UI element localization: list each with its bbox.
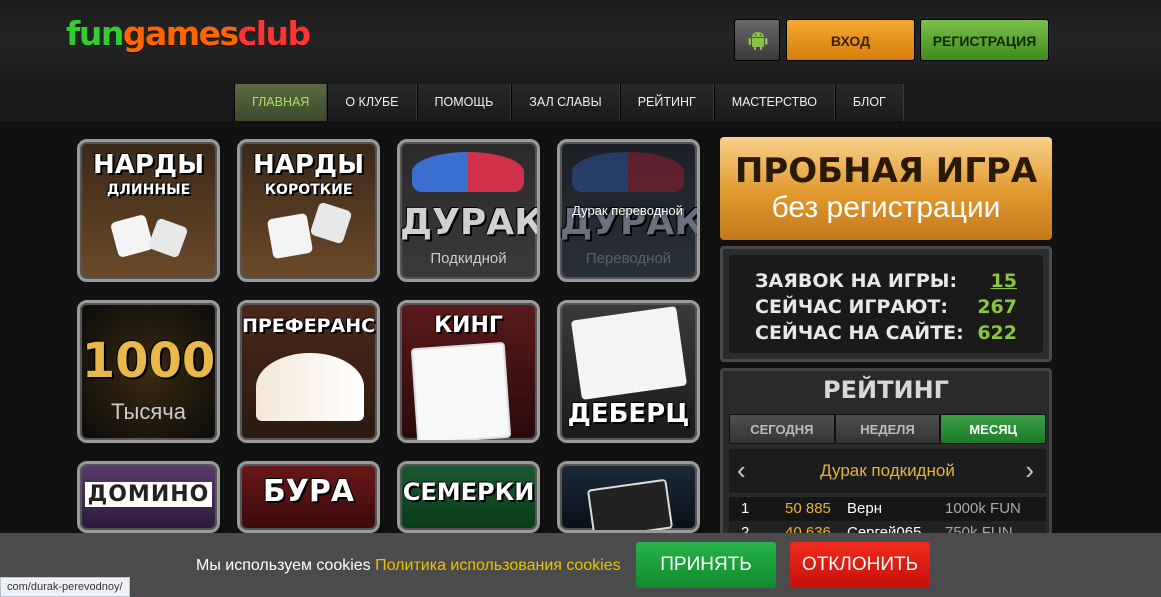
rank-player-name: Верн [847,500,882,517]
playing-cards-icon [256,353,364,421]
game-tile-preference[interactable]: ПРЕФЕРАНС [237,300,380,443]
android-app-button[interactable] [734,19,780,61]
game-tile-domino[interactable]: ДОМИНО [77,461,220,533]
nav-item-about[interactable]: О КЛУБЕ [327,84,417,121]
playing-cards-icon [586,478,674,530]
site-header: fungamesclub ВХОД РЕГИСТРАЦИЯ [0,0,1161,82]
register-button[interactable]: РЕГИСТРАЦИЯ [920,19,1049,61]
tab-today[interactable]: СЕГОДНЯ [729,414,835,444]
hover-tooltip: Дурак переводной [572,203,683,218]
game-tile-king[interactable]: КИНГ [397,300,540,443]
stats-inner: ЗАЯВОК НА ИГРЫ: 15 СЕЙЧАС ИГРАЮТ: 267 СЕ… [729,255,1043,353]
game-tile-backgammon-short[interactable]: НАРДЫ КОРОТКИЕ [237,139,380,282]
tile-subtitle: Переводной [585,250,672,267]
game-tile-backgammon-long[interactable]: НАРДЫ ДЛИННЫЕ [77,139,220,282]
rating-game-selector: ‹ Дурак подкидной › [729,449,1046,493]
cookie-policy-link[interactable]: Политика использования cookies [375,557,621,574]
table-row[interactable]: 1 50 885 Верн 1000k FUN [729,497,1046,521]
stat-value-online: 622 [977,322,1017,344]
stats-panel: ЗАЯВОК НА ИГРЫ: 15 СЕЙЧАС ИГРАЮТ: 267 СЕ… [720,246,1052,362]
tile-title: ДОМИНО [80,482,217,507]
stat-value-playing: 267 [977,296,1017,318]
tab-week[interactable]: НЕДЕЛЯ [834,414,941,444]
nav-item-home[interactable]: ГЛАВНАЯ [234,84,328,121]
jester-hat-icon [572,152,684,192]
game-tile-belote[interactable]: ДЕБЕРЦ [557,300,700,443]
rating-panel: РЕЙТИНГ СЕГОДНЯ НЕДЕЛЯ МЕСЯЦ ‹ Дурак под… [720,368,1052,538]
dice-icon [109,213,155,259]
main-nav: ГЛАВНАЯ О КЛУБЕ ПОМОЩЬ ЗАЛ СЛАВЫ РЕЙТИНГ… [234,84,904,121]
tile-subtitle: ДЛИННЫЕ [106,182,191,198]
nav-item-help[interactable]: ПОМОЩЬ [416,84,512,121]
promo-subtitle: без регистрации [771,191,1001,224]
rank-score: 50 885 [785,500,831,517]
rating-game-name: Дурак подкидной [820,461,955,480]
stat-value-requests[interactable]: 15 [991,270,1017,292]
rating-tabs: СЕГОДНЯ НЕДЕЛЯ МЕСЯЦ [729,414,1047,444]
rank-number: 1 [741,500,750,517]
game-tile-more[interactable] [557,461,700,533]
tile-title: ДУРАК [400,202,540,243]
cookie-message: Мы используем cookies Политика использов… [196,557,621,575]
dice-icon [147,217,189,259]
game-tile-durak-throw-in[interactable]: ДУРАК Подкидной [397,139,540,282]
nav-item-blog[interactable]: БЛОГ [834,84,904,121]
game-tile-bura[interactable]: БУРА [237,461,380,533]
nav-item-mastery[interactable]: МАСТЕРСТВО [713,84,835,121]
android-icon [748,32,768,50]
browser-status-url: com/durak-perevodnoy/ [0,577,130,597]
nav-item-hall-of-fame[interactable]: ЗАЛ СЛАВЫ [511,84,620,121]
rank-fun: 1000k FUN [945,500,1021,517]
jester-hat-icon [412,152,524,192]
tile-title: ДЕБЕРЦ [567,399,690,429]
logo-games: games [122,14,239,53]
tile-subtitle: Подкидной [430,250,507,267]
cookie-text: Мы используем cookies [196,557,371,574]
cookie-banner: Мы используем cookies Политика использов… [0,533,1161,597]
nav-item-rating[interactable]: РЕЙТИНГ [619,84,714,121]
dice-icon [266,212,314,260]
game-tile-thousand[interactable]: 1000 Тысяча [77,300,220,443]
king-card-icon [410,341,512,440]
tile-title: БУРА [262,474,355,509]
tile-title: КИНГ [434,313,503,338]
site-logo[interactable]: fungamesclub [66,14,312,53]
tab-month[interactable]: МЕСЯЦ [940,414,1047,444]
logo-fun: fun [66,14,124,53]
dice-icon [309,201,353,245]
stat-label: СЕЙЧАС НА САЙТЕ: [755,322,964,344]
chevron-right-icon[interactable]: › [1025,455,1034,486]
stat-label: ЗАЯВОК НА ИГРЫ: [755,270,958,292]
tile-title: 1000 [81,333,216,389]
tile-title: ПРЕФЕРАНС [241,315,376,337]
logo-club: club [237,14,312,53]
trial-game-banner[interactable]: ПРОБНАЯ ИГРА без регистрации [720,137,1052,240]
decline-cookies-button[interactable]: ОТКЛОНИТЬ [790,542,930,588]
game-tile-sevens[interactable]: СЕМЕРКИ [397,461,540,533]
tile-title: СЕМЕРКИ [402,478,535,506]
accept-cookies-button[interactable]: ПРИНЯТЬ [636,542,776,588]
rating-title: РЕЙТИНГ [823,376,949,404]
stat-label: СЕЙЧАС ИГРАЮТ: [755,296,948,318]
login-button[interactable]: ВХОД [786,19,915,61]
tile-title: НАРДЫ [252,150,365,180]
playing-cards-icon [570,306,688,400]
tile-title: НАРДЫ [92,150,205,180]
tile-subtitle: Тысяча [111,399,186,424]
promo-title: ПРОБНАЯ ИГРА [734,151,1038,191]
tile-subtitle: КОРОТКИЕ [264,182,353,198]
